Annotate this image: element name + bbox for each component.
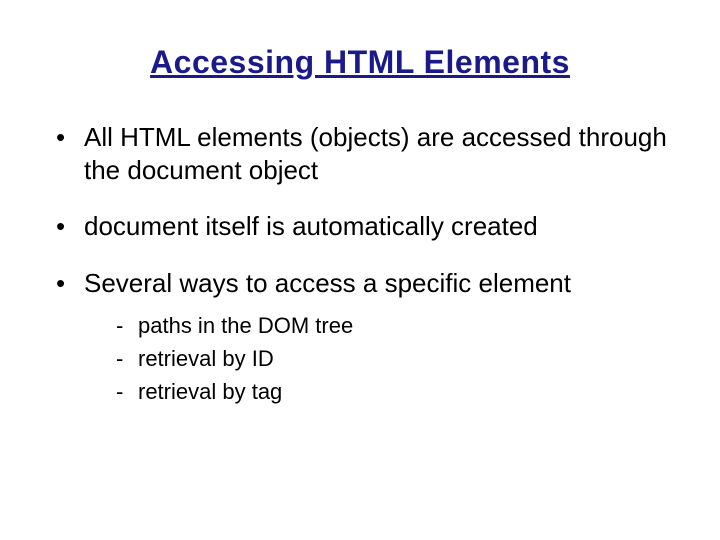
sub-item: paths in the DOM tree	[114, 309, 680, 342]
bullet-item: All HTML elements (objects) are accessed…	[50, 121, 680, 186]
sub-item: retrieval by ID	[114, 342, 680, 375]
bullet-text: document itself is automatically created	[84, 211, 538, 241]
slide: Accessing HTML Elements All HTML element…	[0, 0, 720, 540]
bullet-list: All HTML elements (objects) are accessed…	[50, 121, 680, 408]
sub-text: paths in the DOM tree	[138, 313, 353, 338]
sub-list: paths in the DOM tree retrieval by ID re…	[114, 309, 680, 408]
bullet-text: Several ways to access a specific elemen…	[84, 268, 571, 298]
sub-text: retrieval by tag	[138, 379, 282, 404]
bullet-item: Several ways to access a specific elemen…	[50, 267, 680, 409]
sub-item: retrieval by tag	[114, 375, 680, 408]
bullet-item: document itself is automatically created	[50, 210, 680, 243]
bullet-text: All HTML elements (objects) are accessed…	[84, 122, 667, 185]
sub-text: retrieval by ID	[138, 346, 274, 371]
slide-title: Accessing HTML Elements	[40, 44, 680, 81]
